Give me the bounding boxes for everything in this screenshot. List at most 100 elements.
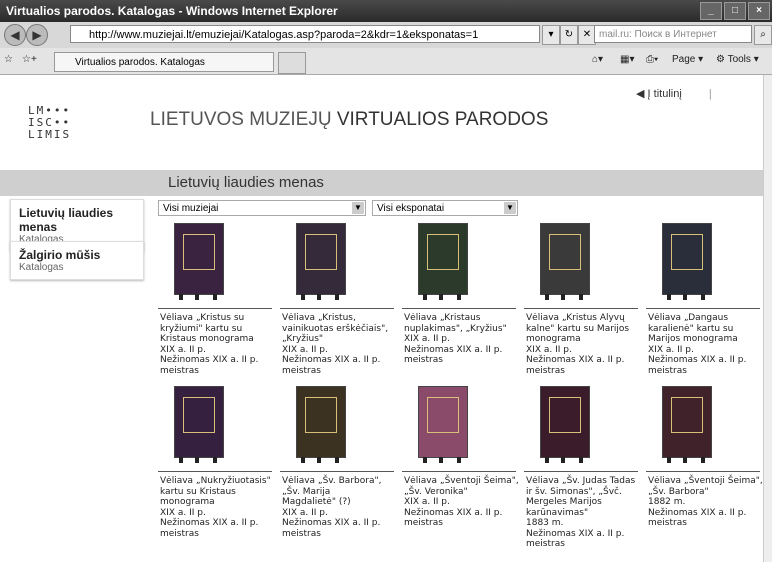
tassel-icon [439,294,443,300]
tab-active[interactable]: Virtualios parodos. Katalogas [54,52,274,72]
caption-line: meistras [526,365,565,376]
exhibit-caption[interactable]: Vėliava „Kristaus nuplakimas", „Kryžius" X… [404,313,507,366]
caption-line: karūnavimas" [526,507,589,518]
caption-line: XIX a. II p. [160,507,206,518]
home-icon[interactable]: ⌂▾ [592,54,603,65]
print-icon[interactable]: ⎙▾ [646,54,658,65]
caption-line: Magdalietė" (?) [282,497,351,507]
tassel-icon [301,457,305,463]
forward-icon[interactable]: ▶ [26,24,48,46]
banner-thumbnail[interactable] [174,386,224,463]
close-button[interactable]: × [748,2,770,20]
caption-line: XIX a. II p. [282,344,328,355]
caption-line: „Šv. Veronika" [404,486,468,497]
caption-line: „Kryžius" [282,334,324,344]
banner-thumbnail[interactable] [418,223,468,300]
banner-icon [671,234,703,270]
caption-line: Vėliava „Šventoji Šeima", [404,476,519,486]
favorites-star-icon[interactable]: ☆ [4,54,13,65]
banner-thumbnail[interactable] [662,223,712,300]
banner-thumbnail[interactable] [540,223,590,300]
exhibit-caption[interactable]: Vėliava „Kristus, vainikuotas erškėčiais"… [282,313,388,376]
banner-icon [427,234,459,270]
caption-line: Nežinomas XIX a. II p. [648,355,747,365]
caption-line: XIX a. II p. [404,497,450,507]
banner-icon [305,234,337,270]
exhibit-caption[interactable]: Vėliava „Nukryžiuotasis" kartu su Kristau… [160,476,271,539]
divider [158,471,272,472]
tassel-icon [179,294,183,300]
banner-thumbnail[interactable] [662,386,712,463]
refresh-icon[interactable]: ↻ [560,25,578,45]
caption-line: Vėliava „Šventoji Šeima", [648,476,763,486]
caption-line: Nežinomas XIX a. II p. [282,355,381,365]
search-input[interactable]: mail.ru: Поиск в Интернет [594,25,752,43]
maximize-button[interactable]: □ [724,2,746,20]
caption-line: Nežinomas XIX a. II p. [282,518,381,528]
exhibit-caption[interactable]: Vėliava „Dangaus karalienė" kartu su Marij… [648,313,746,376]
divider [402,308,516,309]
caption-line: XIX a. II p. [160,344,206,355]
caption-line: nuplakimas", „Kryžius" [404,323,507,334]
caption-line: meistras [526,539,565,549]
caption-line: kryžiumi" kartu su [160,323,243,334]
tassel-icon [335,457,339,463]
home-link[interactable]: ◀ Į titulinį | [636,87,712,100]
caption-line: meistras [648,365,687,376]
scrollbar[interactable] [763,75,772,562]
exhibit-caption[interactable]: Vėliava „Šventoji Šeima", „Šv. Barbora" 18… [648,476,763,529]
tools-menu[interactable]: ⚙ Tools ▾ [716,54,759,65]
exhibit-caption[interactable]: Vėliava „Šv. Judas Tadas ir šv. Simonas",… [526,476,635,550]
url-dropdown-icon[interactable]: ▾ [542,25,560,45]
tassel-icon [423,457,427,463]
exhibit-caption[interactable]: Vėliava „Šv. Barbora", „Šv. Marija Magdali… [282,476,381,539]
tassel-icon [667,457,671,463]
banner-thumbnail[interactable] [296,223,346,300]
window-titlebar: Virtualios parodos. Katalogas - Windows … [0,0,772,22]
caption-line: XIX a. II p. [282,507,328,518]
sidebar-item-zalgirio-musis[interactable]: Žalgirio mūšis Katalogas [10,241,144,280]
address-bar: ◀ ▶ http://www.muziejai.lt/emuziejai/Kat… [0,22,772,49]
exhibit-caption[interactable]: Vėliava „Kristus Alyvų kalne" kartu su Ma… [526,313,629,376]
banner-thumbnail[interactable] [296,386,346,463]
url-input[interactable]: http://www.muziejai.lt/emuziejai/Katalog… [70,25,540,43]
limis-logo: LM••• ISC•• LIMIS [28,104,72,141]
caption-line: Vėliava „Šv. Barbora", [282,476,382,486]
chevron-down-icon: ▼ [504,202,516,214]
new-tab-button[interactable] [278,52,306,74]
tassel-icon [701,457,705,463]
banner-thumbnail[interactable] [174,223,224,300]
exhibit-caption[interactable]: Vėliava „Šventoji Šeima", „Šv. Veronika" X… [404,476,519,529]
caption-line: Kristaus monograma [160,334,254,344]
caption-line: Vėliava „Kristus, [282,313,356,323]
back-icon[interactable]: ◀ [4,24,26,46]
feeds-icon[interactable]: ▦▾ [620,54,634,65]
divider [646,471,760,472]
add-favorites-icon[interactable]: ☆+ [22,54,37,65]
caption-line: monograma [160,497,215,507]
museum-select[interactable]: Visi muziejai ▼ [158,200,366,216]
tassel-icon [179,457,183,463]
banner-icon [183,397,215,433]
exhibit-caption[interactable]: Vėliava „Kristus su kryžiumi" kartu su Kri… [160,313,258,376]
banner-icon [549,234,581,270]
tassel-icon [579,457,583,463]
tab-bar: ☆ ☆+ Virtualios parodos. Katalogas ⌂▾ ▦▾… [0,48,772,75]
tassel-icon [561,294,565,300]
search-icon[interactable]: ⌕ [754,25,772,45]
exhibit-select[interactable]: Visi eksponatai ▼ [372,200,518,216]
site-title: LIETUVOS MUZIEJŲ VIRTUALIOS PARODOS [150,109,549,130]
page-menu[interactable]: Page ▾ [672,54,703,65]
caption-line: Mergeles Marijos [526,497,602,507]
banner-icon [305,397,337,433]
caption-line: kalne" kartu su Marijos [526,323,630,334]
caption-line: Vėliava „Kristus su [160,313,245,323]
section-title: Lietuvių liaudies menas [168,174,324,191]
tassel-icon [423,294,427,300]
tassel-icon [579,294,583,300]
caption-line: karalienė" kartu su [648,323,734,334]
banner-thumbnail[interactable] [418,386,468,463]
minimize-button[interactable]: _ [700,2,722,20]
tassel-icon [545,457,549,463]
banner-thumbnail[interactable] [540,386,590,463]
